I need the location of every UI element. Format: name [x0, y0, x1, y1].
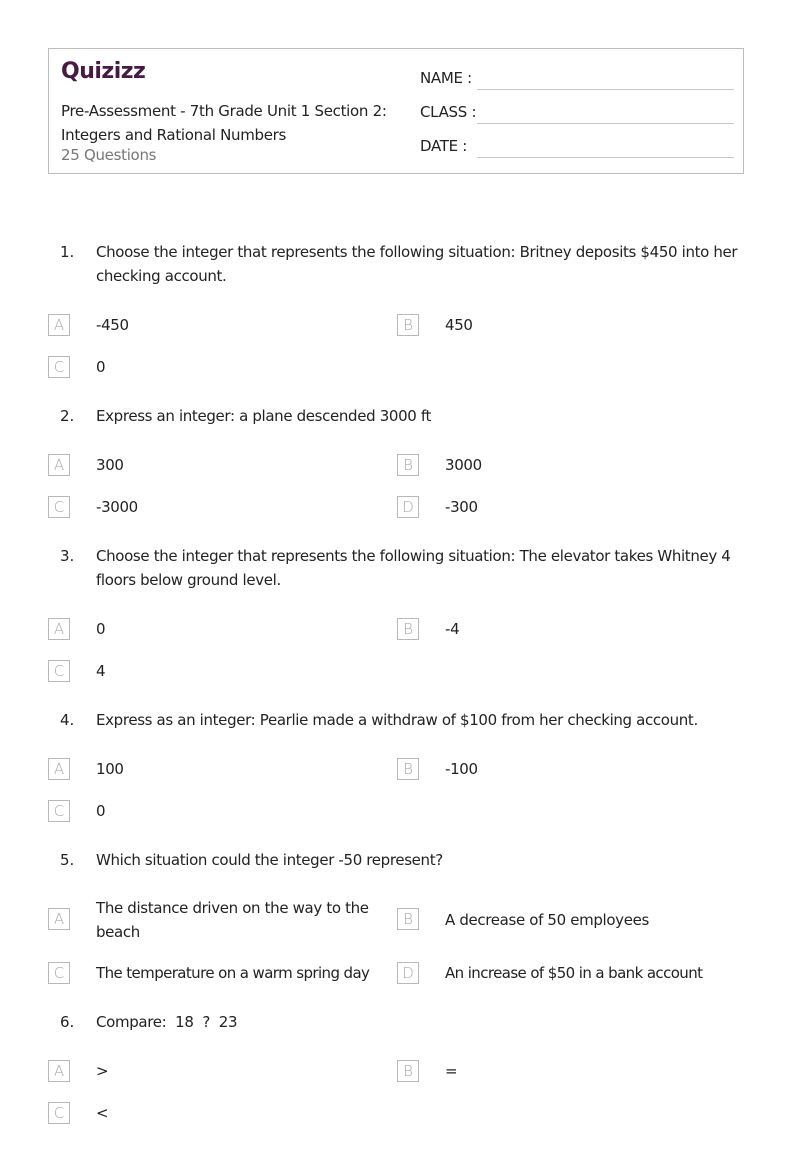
option-text: <: [96, 1104, 109, 1122]
q2-option-d[interactable]: D -300: [397, 495, 737, 543]
q1-option-a[interactable]: A -450: [48, 313, 388, 361]
question-number: 5.: [60, 851, 75, 869]
option-text: A decrease of 50 employees: [445, 911, 649, 929]
question-text: Express as an integer: Pearlie made a wi…: [96, 711, 698, 729]
option-letter-box: B: [397, 618, 419, 640]
q6-option-c[interactable]: C <: [48, 1101, 388, 1149]
q4-option-c[interactable]: C 0: [48, 799, 388, 847]
student-info-fields: NAME : CLASS : DATE :: [420, 67, 734, 169]
class-input-line[interactable]: [477, 123, 734, 124]
q5-option-b[interactable]: B A decrease of 50 employees: [397, 896, 737, 944]
q2-option-a[interactable]: A 300: [48, 453, 388, 501]
option-letter-box: A: [48, 314, 70, 336]
question-number: 4.: [60, 711, 75, 729]
q3-option-a[interactable]: A 0: [48, 617, 388, 665]
q2-option-c[interactable]: C -3000: [48, 495, 388, 543]
option-letter-box: D: [397, 962, 419, 984]
q3-option-c[interactable]: C 4: [48, 659, 388, 707]
q4-option-b[interactable]: B -100: [397, 757, 737, 805]
question-text: Which situation could the integer -50 re…: [96, 851, 443, 869]
question-number: 6.: [60, 1013, 75, 1031]
question-number: 1.: [60, 243, 75, 261]
name-input-line[interactable]: [477, 89, 734, 90]
q6-option-b[interactable]: B =: [397, 1059, 737, 1107]
quizizz-logo: Quizizz: [61, 59, 146, 84]
option-letter-box: B: [397, 908, 419, 930]
option-text: 450: [445, 316, 473, 334]
question-count: 25 Questions: [61, 146, 157, 164]
option-text: 4: [96, 662, 106, 680]
option-letter-box: A: [48, 1060, 70, 1082]
question-number: 2.: [60, 407, 75, 425]
option-text: =: [445, 1062, 458, 1080]
question-text: Compare: 18 ? 23: [96, 1013, 238, 1031]
option-text: 3000: [445, 456, 482, 474]
option-letter-box: C: [48, 1102, 70, 1124]
option-letter-box: B: [397, 758, 419, 780]
option-text: 0: [96, 620, 106, 638]
option-text: An increase of $50 in a bank account: [445, 964, 703, 982]
option-letter-box: A: [48, 758, 70, 780]
worksheet-header: Quizizz Pre-Assessment - 7th Grade Unit …: [48, 48, 744, 174]
option-letter-box: C: [48, 962, 70, 984]
name-label: NAME :: [420, 69, 472, 87]
q1-option-c[interactable]: C 0: [48, 355, 388, 403]
option-letter-box: B: [397, 1060, 419, 1082]
option-letter-box: A: [48, 908, 70, 930]
option-letter-box: C: [48, 496, 70, 518]
class-label: CLASS :: [420, 103, 477, 121]
q5-option-c[interactable]: C The temperature on a warm spring day: [48, 961, 388, 1009]
class-field: CLASS :: [420, 101, 734, 135]
option-text: -3000: [96, 498, 138, 516]
worksheet-title: Pre-Assessment - 7th Grade Unit 1 Sectio…: [61, 102, 387, 144]
option-text: -300: [445, 498, 478, 516]
question-text: Choose the integer that represents the f…: [96, 547, 731, 589]
question-text: Express an integer: a plane descended 30…: [96, 407, 432, 425]
option-text: -100: [445, 760, 478, 778]
option-text: -4: [445, 620, 460, 638]
option-text: The distance driven on the way to the be…: [96, 899, 369, 941]
option-letter-box: A: [48, 618, 70, 640]
option-letter-box: D: [397, 496, 419, 518]
q5-option-a[interactable]: A The distance driven on the way to the …: [48, 896, 388, 944]
option-text: 300: [96, 456, 124, 474]
option-text: 0: [96, 358, 106, 376]
name-field: NAME :: [420, 67, 734, 101]
q5-option-d[interactable]: D An increase of $50 in a bank account: [397, 961, 737, 1009]
option-letter-box: C: [48, 800, 70, 822]
date-input-line[interactable]: [477, 157, 734, 158]
option-text: The temperature on a warm spring day: [96, 964, 370, 982]
question-text: Choose the integer that represents the f…: [96, 243, 738, 285]
q6-option-a[interactable]: A >: [48, 1059, 388, 1107]
option-text: 100: [96, 760, 124, 778]
question-number: 3.: [60, 547, 75, 565]
q2-option-b[interactable]: B 3000: [397, 453, 737, 501]
q4-option-a[interactable]: A 100: [48, 757, 388, 805]
option-letter-box: C: [48, 356, 70, 378]
option-letter-box: B: [397, 454, 419, 476]
date-field: DATE :: [420, 135, 734, 169]
option-text: >: [96, 1062, 109, 1080]
option-text: -450: [96, 316, 129, 334]
q1-option-b[interactable]: B 450: [397, 313, 737, 361]
option-letter-box: B: [397, 314, 419, 336]
option-text: 0: [96, 802, 106, 820]
option-letter-box: C: [48, 660, 70, 682]
q3-option-b[interactable]: B -4: [397, 617, 737, 665]
date-label: DATE :: [420, 137, 468, 155]
option-letter-box: A: [48, 454, 70, 476]
